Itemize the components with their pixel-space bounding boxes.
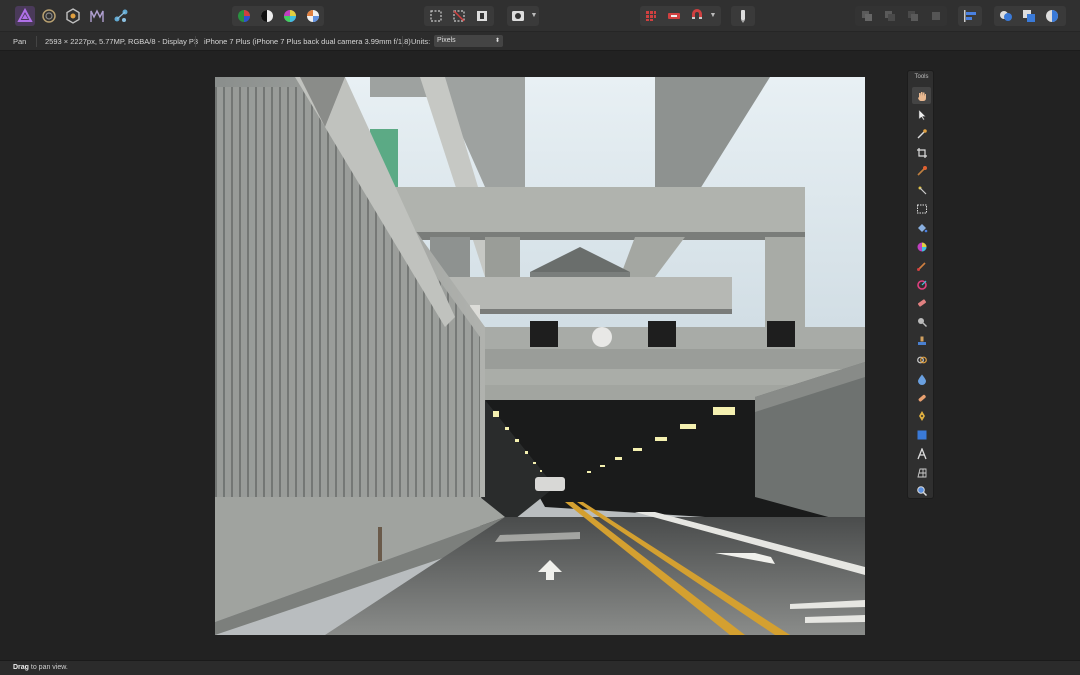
rectangular-marquee-icon[interactable] bbox=[912, 200, 931, 217]
auto-colors-icon[interactable] bbox=[280, 6, 300, 26]
camera-info-label: iPhone 7 Plus (iPhone 7 Plus back dual c… bbox=[204, 37, 411, 46]
grid-icon[interactable] bbox=[641, 6, 661, 26]
color-replacement-icon[interactable] bbox=[912, 276, 931, 293]
develop-persona-icon[interactable] bbox=[63, 6, 83, 26]
auto-white-balance-icon[interactable] bbox=[303, 6, 323, 26]
blur-brush-icon[interactable] bbox=[912, 370, 931, 387]
move-back-one-icon[interactable] bbox=[880, 6, 900, 26]
mesh-warp-icon[interactable] bbox=[912, 464, 931, 481]
hand-tool-icon[interactable] bbox=[912, 87, 931, 104]
clone-stamp-icon[interactable] bbox=[912, 332, 931, 349]
rectangle-shape-icon[interactable] bbox=[912, 426, 931, 443]
move-to-back-icon[interactable] bbox=[857, 6, 877, 26]
subtract-geometry-icon[interactable] bbox=[1019, 6, 1039, 26]
divider bbox=[402, 36, 403, 47]
divider bbox=[195, 36, 196, 47]
export-persona-icon[interactable] bbox=[111, 6, 131, 26]
flood-select-icon[interactable] bbox=[912, 181, 931, 198]
selection-brush-icon[interactable] bbox=[912, 162, 931, 179]
text-tool-icon[interactable] bbox=[912, 445, 931, 462]
snapping-chevron-down-icon[interactable]: ▼ bbox=[709, 9, 717, 23]
invert-selection-icon[interactable] bbox=[472, 6, 492, 26]
tools-panel: Tools bbox=[907, 70, 934, 499]
pen-tool-icon[interactable] bbox=[912, 407, 931, 424]
divider bbox=[36, 36, 37, 47]
color-picker-icon[interactable] bbox=[912, 125, 931, 142]
marquee-select-icon[interactable] bbox=[426, 6, 446, 26]
snapping-magnet-icon[interactable] bbox=[687, 6, 707, 26]
units-label: Units: bbox=[411, 37, 431, 46]
units-value: Pixels bbox=[437, 37, 456, 44]
auto-contrast-icon[interactable] bbox=[257, 6, 277, 26]
liquify-persona-icon[interactable] bbox=[39, 6, 59, 26]
chevron-updown-icon: ⬍ bbox=[494, 38, 500, 44]
gradient-tool-icon[interactable] bbox=[912, 238, 931, 255]
align-icon[interactable] bbox=[960, 6, 980, 26]
pencil-stylus-icon[interactable] bbox=[733, 6, 753, 26]
dodge-tool-icon[interactable] bbox=[912, 313, 931, 330]
auto-levels-icon[interactable] bbox=[234, 6, 254, 26]
deselect-icon[interactable] bbox=[449, 6, 469, 26]
document-image[interactable] bbox=[215, 77, 865, 635]
inpainting-brush-icon[interactable] bbox=[912, 389, 931, 406]
add-geometry-icon[interactable] bbox=[996, 6, 1016, 26]
context-toolbar: Pan 2593 × 2227px, 5.77MP, RGBA/8 - Disp… bbox=[0, 32, 1080, 51]
units-dropdown[interactable]: Pixels ⬍ bbox=[434, 35, 503, 47]
crop-tool-icon[interactable] bbox=[912, 144, 931, 161]
status-hint-bold: Drag bbox=[13, 664, 29, 671]
current-tool-label: Pan bbox=[13, 37, 27, 46]
status-hint-text: to pan view. bbox=[28, 664, 68, 671]
erase-brush-icon[interactable] bbox=[912, 294, 931, 311]
photo-persona-icon[interactable] bbox=[15, 6, 35, 26]
move-forward-one-icon[interactable] bbox=[903, 6, 923, 26]
image-info-label: 2593 × 2227px, 5.77MP, RGBA/8 - Display … bbox=[45, 37, 199, 46]
healing-brush-icon[interactable] bbox=[912, 351, 931, 368]
main-toolbar: ▼ ▼ bbox=[0, 0, 1080, 32]
quick-mask-icon[interactable] bbox=[508, 6, 528, 26]
move-tool-icon[interactable] bbox=[912, 106, 931, 123]
tools-panel-title: Tools bbox=[914, 74, 929, 80]
intersect-geometry-icon[interactable] bbox=[1042, 6, 1062, 26]
tunnel-photo-illustration bbox=[215, 77, 865, 635]
assistant-icon[interactable] bbox=[664, 6, 684, 26]
move-to-front-icon[interactable] bbox=[926, 6, 946, 26]
tone-mapping-persona-icon[interactable] bbox=[87, 6, 107, 26]
flood-fill-icon[interactable] bbox=[912, 219, 931, 236]
status-bar: Drag to pan view. bbox=[0, 660, 1080, 675]
zoom-tool-icon[interactable] bbox=[912, 482, 931, 499]
paint-brush-icon[interactable] bbox=[912, 257, 931, 274]
quick-mask-chevron-down-icon[interactable]: ▼ bbox=[530, 9, 538, 23]
